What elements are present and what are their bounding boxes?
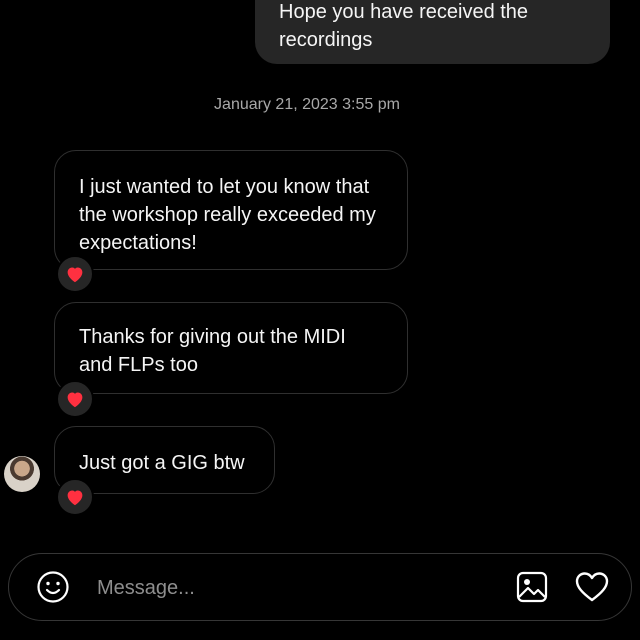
smiley-icon — [37, 571, 69, 603]
avatar[interactable] — [4, 456, 40, 492]
image-button[interactable] — [515, 570, 549, 604]
image-icon — [516, 571, 548, 603]
like-button[interactable] — [574, 570, 610, 604]
sent-message-text: Hope you have received the recordings — [279, 1, 529, 51]
message-timestamp: January 21, 2023 3:55 pm — [214, 96, 400, 113]
received-message-bubble[interactable]: Thanks for giving out the MIDI and FLPs … — [54, 302, 408, 394]
heart-icon — [67, 267, 83, 283]
heart-reaction[interactable] — [56, 380, 94, 418]
heart-outline-icon — [575, 572, 609, 602]
heart-reaction[interactable] — [56, 478, 94, 516]
received-message-text: Just got a GIG btw — [79, 452, 245, 474]
received-message-text: Thanks for giving out the MIDI and FLPs … — [79, 326, 346, 376]
message-composer — [8, 553, 632, 621]
message-input[interactable] — [95, 571, 499, 605]
sent-message-bubble[interactable]: Hope you have received the recordings — [255, 0, 610, 64]
emoji-button[interactable] — [36, 570, 70, 604]
received-message-text: I just wanted to let you know that the w… — [79, 176, 376, 254]
heart-icon — [67, 490, 83, 506]
received-message-bubble[interactable]: I just wanted to let you know that the w… — [54, 150, 408, 270]
message-thread: Hope you have received the recordings Ja… — [0, 0, 640, 545]
heart-icon — [67, 392, 83, 408]
heart-reaction[interactable] — [56, 255, 94, 293]
